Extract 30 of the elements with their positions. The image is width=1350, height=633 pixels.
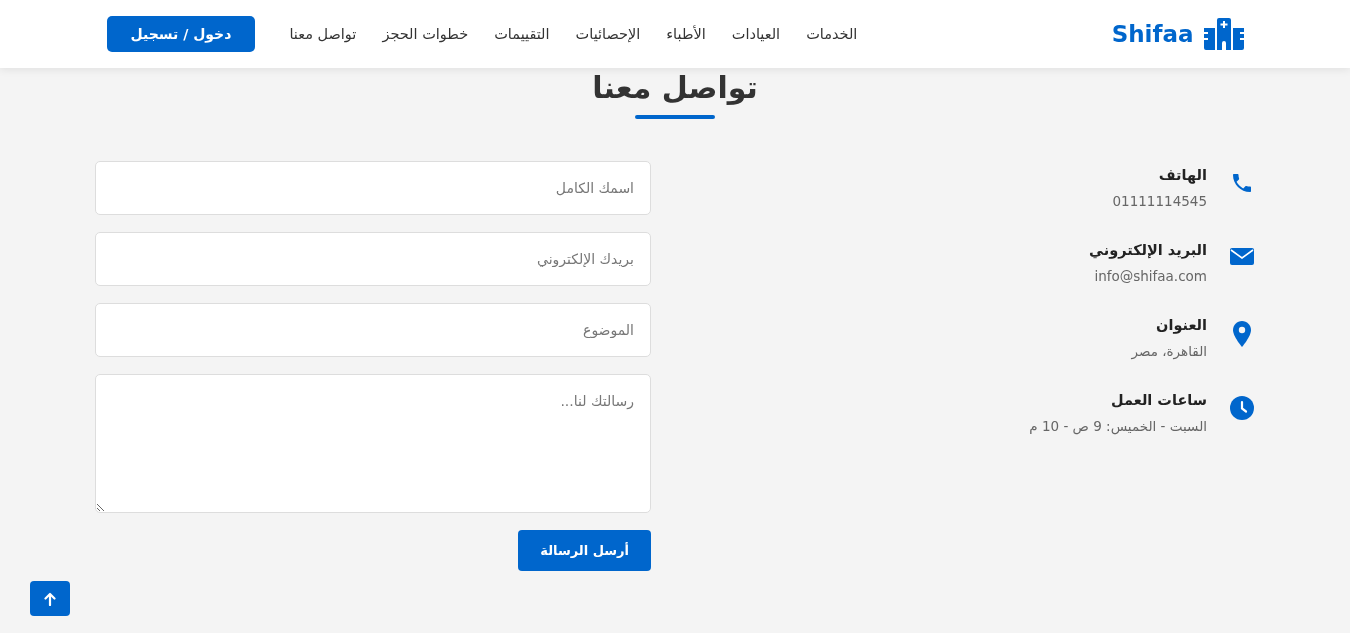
nav-link[interactable]: الخدمات <box>806 26 858 42</box>
contact-label: الهاتف <box>1157 167 1207 183</box>
map-pin-icon <box>1233 321 1251 347</box>
nav-link[interactable]: التقييمات <box>494 26 550 42</box>
contact-value: القاهرة، مصر <box>1131 343 1207 359</box>
hospital-icon <box>1203 18 1244 50</box>
login-button[interactable]: دخول / تسجيل <box>106 16 256 52</box>
message-field[interactable]: رسالتك لنا... <box>95 374 651 513</box>
contact-label: العنوان <box>1155 317 1207 333</box>
contact-value: 01111114545 <box>1112 193 1207 209</box>
send-button[interactable]: أرسل الرسالة <box>518 530 651 571</box>
contact-value: السبت - الخميس: 9 ص - 10 م <box>1029 418 1207 434</box>
contact-label: البريد الإلكتروني <box>1089 242 1207 258</box>
contact-value: info@shifaa.com <box>1093 268 1207 284</box>
scroll-top-button[interactable] <box>30 581 70 616</box>
nav-link[interactable]: العيادات <box>731 26 781 42</box>
nav-link[interactable]: خطوات الحجز <box>382 26 469 42</box>
text-field[interactable]: الموضوع <box>95 303 651 357</box>
contact-label: ساعات العمل <box>1110 392 1207 408</box>
nav-link[interactable]: تواصل معنا <box>289 26 357 42</box>
clock-icon <box>1230 396 1254 420</box>
nav-link[interactable]: الأطباء <box>666 26 706 42</box>
arrow-up-icon <box>44 591 56 606</box>
section-title: تواصل معنا <box>592 70 758 105</box>
logo-text[interactable]: Shifaa <box>1111 21 1194 47</box>
text-field[interactable]: بريدك الإلكتروني <box>95 232 651 286</box>
phone-icon <box>1230 171 1254 195</box>
nav-link[interactable]: الإحصائيات <box>575 26 641 42</box>
envelope-icon <box>1230 246 1254 266</box>
text-field[interactable]: اسمك الكامل <box>95 161 651 215</box>
